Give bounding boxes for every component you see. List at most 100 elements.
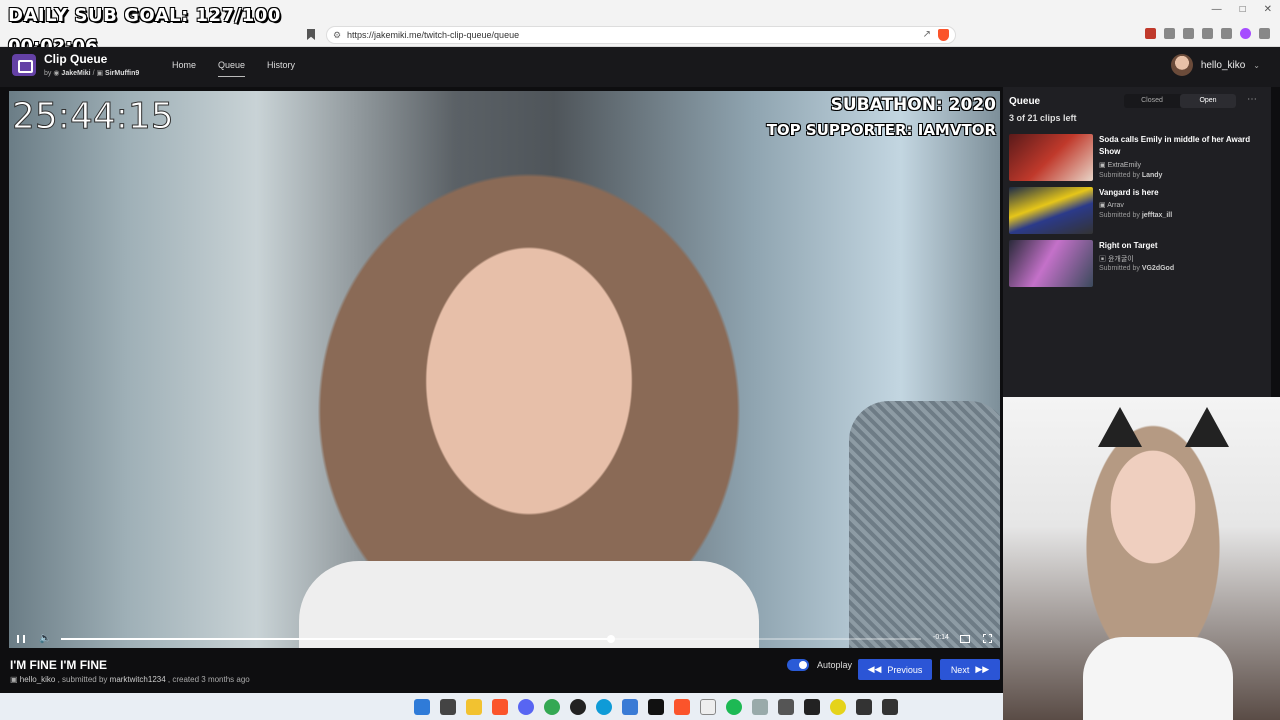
taskbar-apps [414, 699, 898, 715]
extension-icon[interactable] [1145, 28, 1156, 39]
terminal-icon[interactable] [804, 699, 820, 715]
app-authors: by ◉ JakeMiki / ▣ SirMuffin9 [44, 69, 139, 77]
rewind-icon: ◀◀ [867, 664, 882, 674]
minimize-icon[interactable]: — [1212, 4, 1222, 15]
brave-icon[interactable] [492, 699, 508, 715]
windows-taskbar [0, 693, 1003, 720]
video-player[interactable]: 25:44:15 SUBATHON: 2020 TOP SUPPORTER: I… [9, 91, 1000, 648]
chrome-icon[interactable] [544, 699, 560, 715]
share-icon[interactable]: ↗ [923, 27, 931, 43]
queue-item[interactable]: Soda calls Emily in middle of her Award … [1009, 134, 1265, 182]
queue-item-channel: ▣ 윤개굴이 [1099, 256, 1134, 263]
clip-thumbnail [1009, 187, 1093, 234]
queue-item-title: Right on Target [1099, 241, 1158, 250]
nav-home[interactable]: Home [172, 60, 196, 77]
download-icon[interactable] [856, 699, 872, 715]
pip-icon[interactable] [960, 635, 970, 643]
submitted-label: Submitted by [1099, 172, 1140, 179]
toggle-switch[interactable] [787, 659, 809, 671]
file-explorer-icon[interactable] [466, 699, 482, 715]
queue-item[interactable]: Vangard is here ▣ Arrav Submitted by jef… [1009, 187, 1265, 235]
fullscreen-icon[interactable] [983, 634, 992, 643]
app-icon[interactable] [622, 699, 638, 715]
app-icon[interactable] [752, 699, 768, 715]
main-nav: Home Queue History [172, 60, 295, 77]
sidebar-icon[interactable] [1221, 28, 1232, 39]
brave-icon[interactable] [674, 699, 690, 715]
nav-queue[interactable]: Queue [218, 60, 246, 77]
author-link[interactable]: SirMuffin9 [105, 70, 139, 77]
clip-channel[interactable]: hello_kiko [20, 675, 56, 684]
pause-icon[interactable] [17, 635, 25, 643]
app-icon[interactable] [700, 699, 716, 715]
subathon-label: SUBATHON: 2020 [830, 95, 996, 115]
streamer-webcam [1003, 397, 1280, 720]
music-icon[interactable] [1202, 28, 1213, 39]
next-button[interactable]: Next ▶▶ [940, 659, 1000, 680]
app-logo-icon[interactable] [12, 54, 36, 76]
top-supporter-label: TOP SUPPORTER: IAMVTOR [766, 121, 996, 139]
queue-item-channel: ▣ Arrav [1099, 202, 1124, 209]
spotify-icon[interactable] [726, 699, 742, 715]
terminal-icon[interactable] [882, 699, 898, 715]
edge-icon[interactable] [596, 699, 612, 715]
close-icon[interactable]: ✕ [1264, 4, 1272, 15]
brave-shield-icon[interactable] [938, 29, 949, 41]
app-icon[interactable] [778, 699, 794, 715]
queue-panel: Queue 3 of 21 clips left Closed Open ⋯ S… [1003, 87, 1271, 397]
volume-icon[interactable]: 🔈 [39, 633, 51, 644]
window-controls: — □ ✕ [1212, 4, 1272, 15]
chat-icon: ▣ [96, 70, 104, 77]
extension-icon[interactable] [1183, 28, 1194, 39]
queue-open-option[interactable]: Open [1180, 94, 1236, 108]
extension-icon[interactable] [1164, 28, 1175, 39]
github-icon: ◉ [53, 70, 60, 77]
channel-name: ExtraEmily [1107, 162, 1142, 169]
submitted-label: Submitted by [1099, 212, 1140, 219]
next-label: Next [950, 664, 970, 675]
avatar [1170, 54, 1193, 76]
webcam-subject-top [1083, 637, 1233, 720]
queue-closed-option[interactable]: Closed [1124, 94, 1180, 108]
user-menu[interactable]: hello_kiko ⌄ [1170, 54, 1260, 76]
time-remaining: -0:14 [933, 634, 949, 641]
fast-forward-icon: ▶▶ [975, 664, 990, 674]
previous-button[interactable]: ◀◀ Previous [858, 659, 932, 680]
restore-icon[interactable]: □ [1240, 4, 1246, 15]
clip-thumbnail [1009, 134, 1093, 181]
submitted-label: , submitted by [57, 675, 108, 684]
more-options-icon[interactable]: ⋯ [1247, 94, 1257, 105]
seek-bar[interactable] [61, 635, 921, 643]
clip-meta: ▣ hello_kiko , submitted by marktwitch12… [10, 675, 250, 684]
chevron-down-icon: ⌄ [1253, 60, 1260, 70]
queue-item[interactable]: Right on Target ▣ 윤개굴이 Submitted by VG2d… [1009, 240, 1265, 288]
queue-item-title: Vangard is here [1099, 188, 1159, 197]
obs-icon[interactable] [570, 699, 586, 715]
subathon-countdown: 25:44:15 [12, 96, 175, 138]
queue-item-submitter: Submitted by VG2dGod [1099, 265, 1174, 272]
queue-item-submitter: Submitted by Landy [1099, 172, 1162, 179]
seek-handle[interactable] [607, 635, 616, 643]
cat-ear-left [1098, 407, 1142, 447]
author-separator: / [92, 70, 95, 77]
sub-goal-overlay: DAILY SUB GOAL: 127/100 [8, 5, 281, 26]
autoplay-toggle[interactable]: Autoplay [787, 659, 852, 671]
queue-title: Queue [1009, 96, 1041, 107]
clip-created: , created 3 months ago [167, 675, 250, 684]
discord-icon[interactable] [518, 699, 534, 715]
app-icon[interactable] [830, 699, 846, 715]
nav-history[interactable]: History [267, 60, 295, 77]
author-link[interactable]: JakeMiki [61, 70, 90, 77]
windows-start-icon[interactable] [414, 699, 430, 715]
app-icon[interactable] [648, 699, 664, 715]
queue-count: 3 of 21 clips left [1009, 113, 1077, 123]
wallet-icon[interactable] [1240, 28, 1251, 39]
address-bar[interactable]: ⚙ https://jakemiki.me/twitch-clip-queue/… [326, 26, 956, 44]
task-view-icon[interactable] [440, 699, 456, 715]
site-info-icon[interactable]: ⚙ [333, 27, 341, 43]
queue-state-toggle: Closed Open [1124, 94, 1236, 108]
by-label: by [44, 70, 52, 77]
menu-icon[interactable] [1259, 28, 1270, 39]
submitter-name: VG2dGod [1141, 265, 1175, 272]
bookmark-icon[interactable] [307, 29, 315, 40]
